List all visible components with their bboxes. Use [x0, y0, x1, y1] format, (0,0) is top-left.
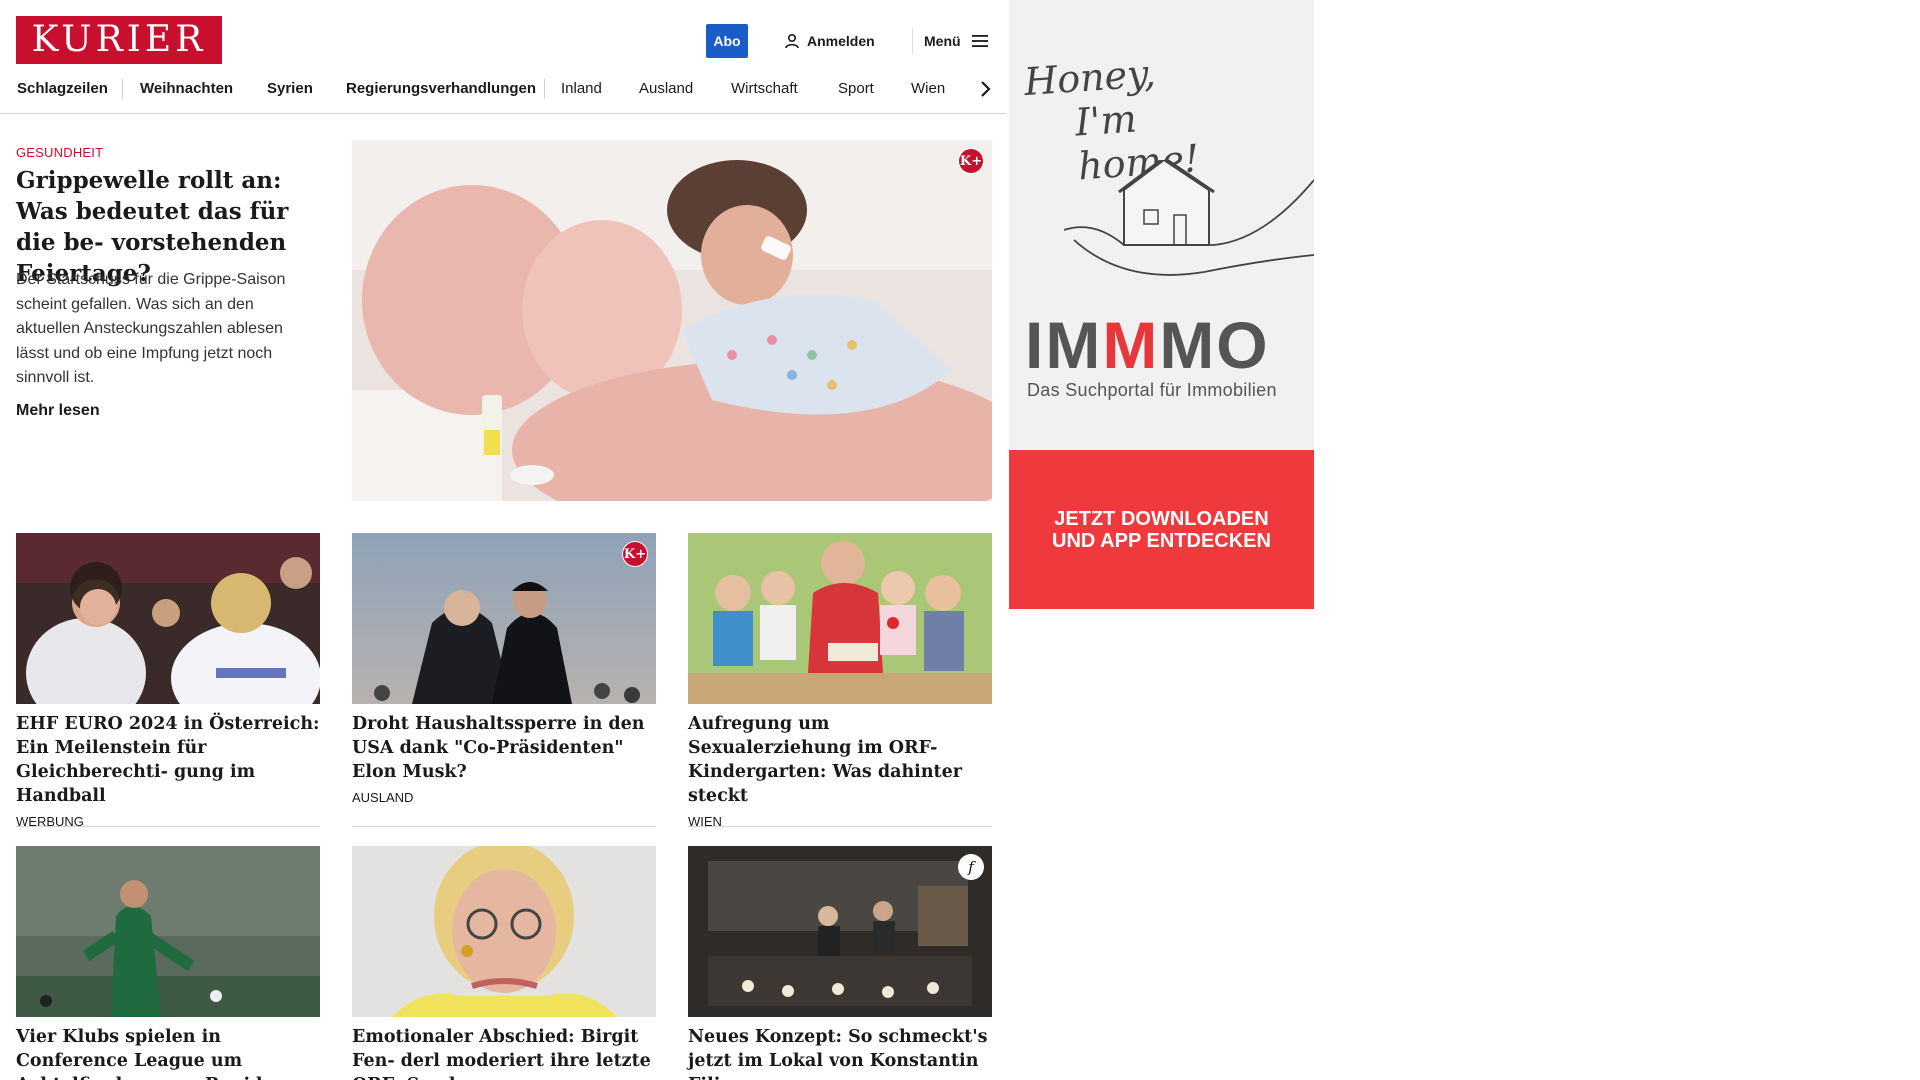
hamburger-icon [971, 35, 988, 47]
row-divider [688, 826, 992, 827]
row-divider [352, 826, 656, 827]
ad-cta-button[interactable]: JETZT DOWNLOADEN UND APP ENTDECKEN [1009, 450, 1314, 609]
story-category[interactable]: AUSLAND [352, 790, 656, 805]
main-column: KURIER Abo Anmelden Menü Schlagzeilen We… [0, 0, 1006, 1080]
story-card[interactable]: Aufregung um Sexualerziehung im ORF-Kind… [688, 533, 992, 829]
story-image: f [688, 846, 992, 1017]
trump-musk-image [352, 533, 656, 704]
menu-button[interactable]: Menü [924, 30, 989, 52]
nav-item-wien[interactable]: Wien [911, 80, 945, 97]
immmo-ad-banner[interactable]: Honey, I'm home! IMMMO Das Suchportal fü… [1009, 0, 1314, 609]
nav-item-syrien[interactable]: Syrien [267, 80, 313, 97]
immmo-logo: IMMMO [1025, 308, 1270, 382]
handball-players-image [16, 533, 320, 704]
nav-item-weihnachten[interactable]: Weihnachten [140, 80, 233, 97]
nav-item-ausland[interactable]: Ausland [639, 80, 693, 97]
read-more-link[interactable]: Mehr lesen [16, 402, 100, 420]
logo-text: KURIER [31, 19, 207, 60]
nav-separator [122, 79, 123, 99]
football-player-image [16, 846, 320, 1017]
lead-teaser: Der Startschuss für die Grippe-Saison sc… [16, 271, 286, 386]
section-nav: Schlagzeilen Weihnachten Syrien Regierun… [0, 64, 1006, 114]
kindergarten-reading-image [688, 533, 992, 704]
story-image [16, 846, 320, 1017]
story-image [688, 533, 992, 704]
story-image: K+ [352, 533, 656, 704]
story-card[interactable]: Emotionaler Abschied: Birgit Fen- derl m… [352, 846, 656, 1080]
story-card[interactable]: EHF EURO 2024 in Österreich: Ein Meilens… [16, 533, 320, 829]
story-image [352, 846, 656, 1017]
story-headline[interactable]: Droht Haushaltssperre in den USA dank "C… [352, 712, 656, 784]
falstaff-badge-icon: f [958, 854, 984, 880]
sick-girl-in-bed-image [352, 140, 992, 501]
login-label: Anmelden [807, 33, 875, 49]
nav-item-regierungsverhandlungen[interactable]: Regierungsverhandlungen [346, 80, 536, 97]
story-card[interactable]: K+ Droht Haushaltssperre in den USA dank… [352, 533, 656, 805]
nav-separator [544, 79, 545, 99]
nav-item-wirtschaft[interactable]: Wirtschaft [731, 80, 798, 97]
kplus-badge-icon: K+ [959, 149, 983, 173]
chevron-right-icon[interactable] [974, 78, 996, 100]
ad-tagline: Das Suchportal für Immobilien [1027, 380, 1277, 400]
ad-cta-text: JETZT DOWNLOADEN UND APP ENTDECKEN [1052, 507, 1271, 552]
kurier-logo[interactable]: KURIER [16, 16, 222, 64]
story-headline[interactable]: EHF EURO 2024 in Österreich: Ein Meilens… [16, 712, 320, 808]
header-divider [912, 28, 913, 54]
abo-button[interactable]: Abo [706, 24, 748, 58]
story-image [16, 533, 320, 704]
birgit-fenderl-portrait-image [352, 846, 656, 1017]
row-divider [16, 826, 320, 827]
story-headline[interactable]: Vier Klubs spielen in Conference League … [16, 1025, 320, 1080]
nav-item-sport[interactable]: Sport [838, 80, 874, 97]
nav-item-inland[interactable]: Inland [561, 80, 602, 97]
login-link[interactable]: Anmelden [784, 30, 875, 52]
story-headline[interactable]: Neues Konzept: So schmeckt's jetzt im Lo… [688, 1025, 992, 1080]
story-headline[interactable]: Aufregung um Sexualerziehung im ORF-Kind… [688, 712, 992, 808]
lead-image[interactable]: K+ [352, 140, 992, 501]
house-in-hand-icon [1064, 160, 1314, 276]
lead-category[interactable]: GESUNDHEIT [16, 145, 103, 160]
user-icon [785, 33, 799, 49]
story-card[interactable]: f Neues Konzept: So schmeckt's jetzt im … [688, 846, 992, 1080]
menu-label: Menü [924, 33, 961, 49]
restaurant-kitchen-image [688, 846, 992, 1017]
story-card[interactable]: Vier Klubs spielen in Conference League … [16, 846, 320, 1080]
story-headline[interactable]: Emotionaler Abschied: Birgit Fen- derl m… [352, 1025, 656, 1080]
kplus-badge-icon: K+ [623, 542, 647, 566]
ad-visual: Honey, I'm home! IMMMO Das Suchportal fü… [1009, 0, 1314, 450]
site-header: KURIER Abo Anmelden Menü [0, 0, 1006, 64]
nav-item-schlagzeilen[interactable]: Schlagzeilen [17, 80, 108, 97]
